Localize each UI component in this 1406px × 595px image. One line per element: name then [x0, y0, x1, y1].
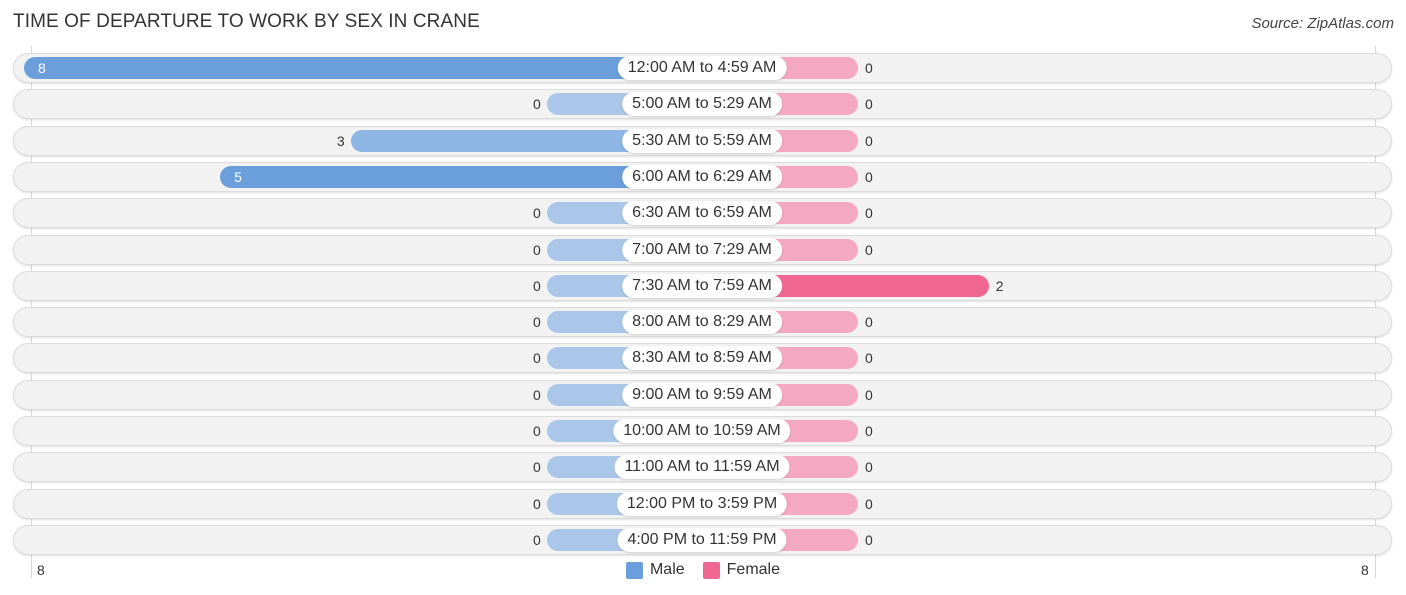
category-label: 11:00 AM to 11:59 AM — [614, 455, 790, 479]
female-value-label: 0 — [865, 532, 873, 548]
legend-label-male: Male — [649, 561, 685, 578]
female-value-label: 0 — [865, 96, 873, 112]
category-label: 12:00 AM to 4:59 AM — [617, 56, 787, 80]
male-value-label: 0 — [533, 205, 541, 221]
male-value-label: 0 — [533, 350, 541, 366]
legend-item-female[interactable]: Female — [702, 561, 781, 579]
female-value-label: 0 — [865, 459, 873, 475]
female-value-label: 0 — [865, 60, 873, 76]
category-label: 5:30 AM to 5:59 AM — [622, 129, 782, 153]
male-value-label: 0 — [533, 242, 541, 258]
female-value-label: 0 — [865, 242, 873, 258]
category-label: 8:30 AM to 8:59 AM — [622, 346, 782, 370]
male-value-label: 0 — [533, 387, 541, 403]
male-value-label: 0 — [533, 278, 541, 294]
category-label: 6:00 AM to 6:29 AM — [622, 165, 782, 189]
category-label: 7:30 AM to 7:59 AM — [622, 274, 782, 298]
female-value-label: 0 — [865, 496, 873, 512]
female-value-label: 0 — [865, 350, 873, 366]
legend-item-male[interactable]: Male — [625, 561, 685, 579]
category-label: 7:00 AM to 7:29 AM — [622, 238, 782, 262]
male-value-label: 0 — [533, 532, 541, 548]
category-label: 9:00 AM to 9:59 AM — [622, 383, 782, 407]
male-value-label: 8 — [38, 60, 46, 76]
source-label: Source: ZipAtlas.com — [1251, 15, 1394, 32]
female-value-label: 0 — [865, 423, 873, 439]
male-value-label: 5 — [234, 169, 242, 185]
category-label: 8:00 AM to 8:29 AM — [622, 310, 782, 334]
category-label: 6:30 AM to 6:59 AM — [622, 201, 782, 225]
male-bar[interactable] — [24, 57, 702, 79]
female-value-label: 0 — [865, 205, 873, 221]
legend-label-female: Female — [726, 561, 781, 578]
legend-swatch-female — [702, 561, 720, 579]
female-value-label: 0 — [865, 314, 873, 330]
chart-title: TIME OF DEPARTURE TO WORK BY SEX IN CRAN… — [13, 11, 480, 32]
male-value-label: 3 — [336, 133, 345, 149]
legend: Male Female — [0, 561, 1406, 579]
male-value-label: 0 — [533, 96, 541, 112]
female-value-label: 0 — [865, 169, 873, 185]
male-value-label: 0 — [533, 423, 541, 439]
male-value-label: 0 — [533, 314, 541, 330]
category-label: 5:00 AM to 5:29 AM — [622, 92, 782, 116]
male-value-label: 0 — [533, 496, 541, 512]
female-value-label: 0 — [865, 387, 873, 403]
male-value-label: 0 — [533, 459, 541, 475]
legend-swatch-male — [625, 561, 643, 579]
category-label: 10:00 AM to 10:59 AM — [613, 419, 791, 443]
female-value-label: 0 — [865, 133, 873, 149]
category-label: 4:00 PM to 11:59 PM — [617, 528, 787, 552]
female-value-label: 2 — [995, 278, 1004, 294]
category-label: 12:00 PM to 3:59 PM — [616, 492, 788, 516]
